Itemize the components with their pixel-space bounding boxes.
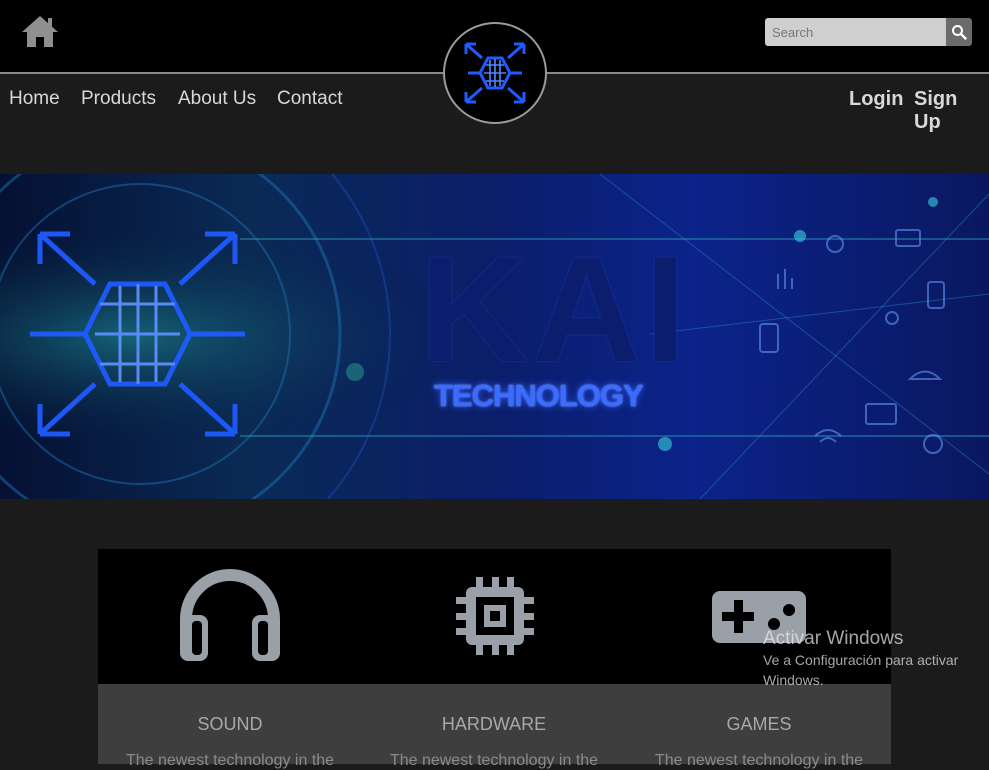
nav-contact[interactable]: Contact	[277, 88, 342, 110]
headphones-icon	[180, 569, 280, 666]
feature-desc-sound: The newest technology in the	[125, 752, 335, 769]
banner-subtitle: TECHNOLOGY	[434, 378, 644, 413]
search-button[interactable]	[946, 18, 972, 46]
search-bar	[765, 18, 972, 46]
feature-title-sound: SOUND	[197, 714, 263, 734]
hero-banner: KAI TECHNOLOGY	[0, 174, 989, 499]
signup-link[interactable]: Sign Up	[914, 88, 989, 134]
watermark-line-1: Ve a Configuración para activar	[763, 652, 959, 668]
cpu-chip-icon	[456, 577, 534, 660]
search-icon	[952, 25, 967, 40]
watermark-line-2: Windows.	[763, 672, 824, 688]
nav-products[interactable]: Products	[81, 88, 156, 110]
watermark-title: Activar Windows	[763, 628, 904, 649]
search-input[interactable]	[765, 18, 946, 46]
feature-title-hardware: HARDWARE	[441, 714, 547, 734]
nav-home[interactable]: Home	[9, 88, 60, 110]
login-link[interactable]: Login	[849, 88, 903, 111]
banner-title: KAI	[420, 225, 691, 393]
windows-activation-watermark: Activar Windows Ve a Configuración para …	[763, 628, 958, 690]
feature-desc-hardware: The newest technology in the	[389, 752, 599, 769]
brand-logo[interactable]	[443, 22, 547, 124]
home-icon[interactable]	[20, 14, 60, 50]
kai-logo-icon	[464, 42, 526, 104]
nav-about-us[interactable]: About Us	[178, 88, 256, 110]
feature-title-games: GAMES	[726, 714, 792, 734]
feature-desc-games: The newest technology in the	[654, 752, 864, 769]
